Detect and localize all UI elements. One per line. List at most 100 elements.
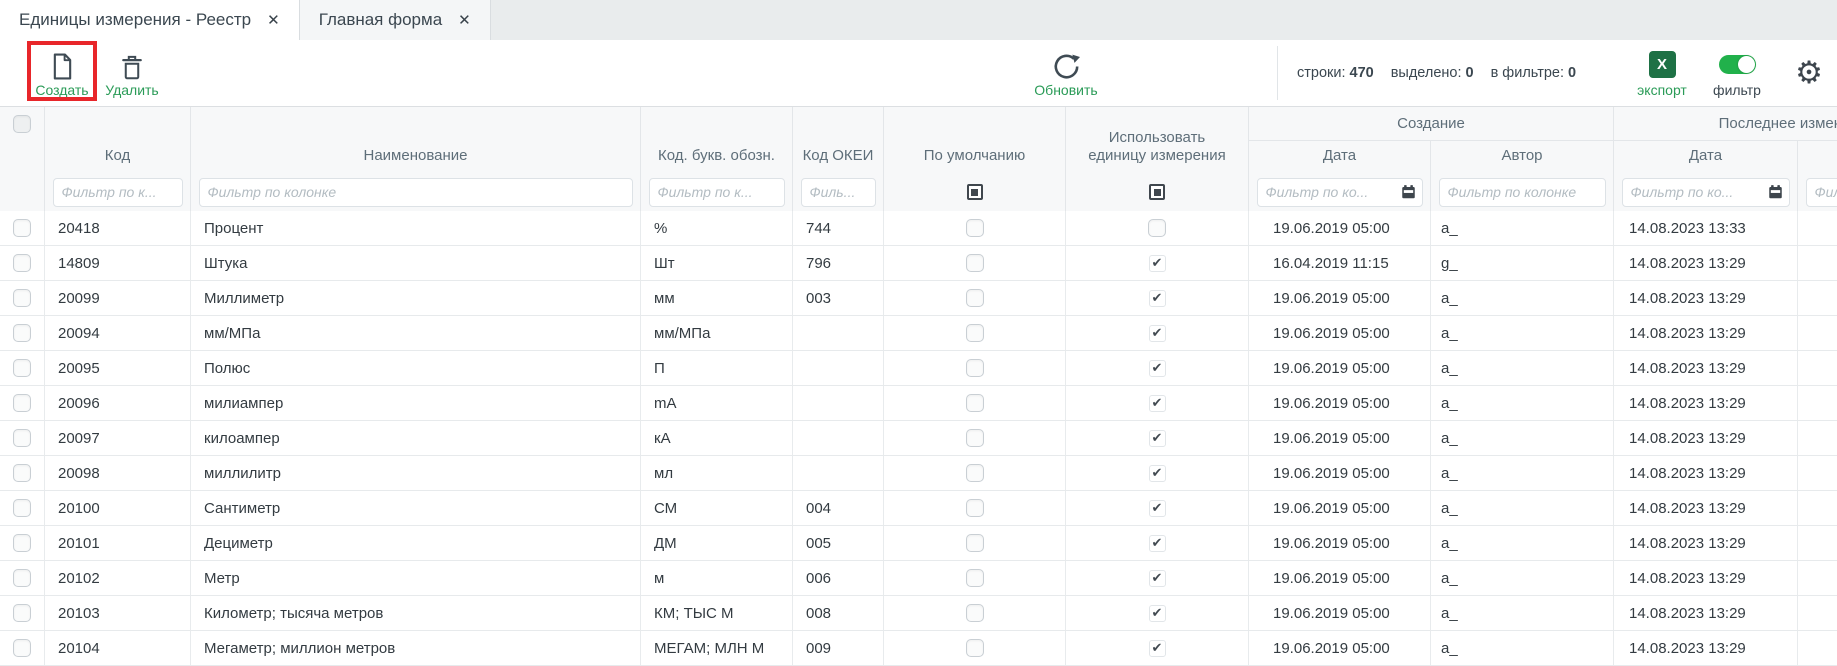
tab-main-form[interactable]: Главная форма ✕ [299, 0, 491, 40]
unchecked-checkbox[interactable] [966, 534, 984, 552]
filter-input-name[interactable] [199, 178, 633, 207]
checked-checkbox[interactable]: ✔ [1149, 570, 1166, 587]
excel-export-icon: X [1649, 50, 1676, 80]
row-checkbox[interactable] [13, 219, 31, 237]
checked-checkbox[interactable]: ✔ [1149, 290, 1166, 307]
cell-use-unit: ✔ [1065, 526, 1248, 560]
cell-name: Километр; тысяча метров [190, 596, 640, 630]
filter-input-created-author[interactable] [1439, 178, 1606, 207]
table-row[interactable]: 20100СантиметрСМ004✔19.06.2019 05:00a_14… [0, 491, 1837, 526]
row-checkbox[interactable] [13, 569, 31, 587]
filter-cell-use-unit [1065, 173, 1248, 211]
row-checkbox[interactable] [13, 359, 31, 377]
column-header-code[interactable]: Код [44, 107, 190, 173]
column-header-modified-date[interactable]: Дата [1613, 141, 1797, 173]
table-row[interactable]: 20101ДециметрДМ005✔19.06.2019 05:00a_14.… [0, 526, 1837, 561]
unchecked-checkbox[interactable] [966, 394, 984, 412]
indeterminate-checkbox-use-unit[interactable] [1149, 184, 1165, 200]
filter-cell-empty [0, 173, 44, 211]
row-checkbox[interactable] [13, 324, 31, 342]
checked-checkbox[interactable]: ✔ [1149, 360, 1166, 377]
row-checkbox[interactable] [13, 289, 31, 307]
row-checkbox[interactable] [13, 429, 31, 447]
column-header-created-date[interactable]: Дата [1248, 141, 1430, 173]
filter-input-code[interactable] [53, 178, 183, 207]
filter-input-modified-author[interactable] [1806, 178, 1837, 207]
row-checkbox[interactable] [13, 394, 31, 412]
select-all-checkbox[interactable] [13, 115, 31, 133]
unchecked-checkbox[interactable] [966, 569, 984, 587]
unchecked-checkbox[interactable] [1148, 219, 1166, 237]
table-row[interactable]: 20095ПолюсП✔19.06.2019 05:00a_14.08.2023… [0, 351, 1837, 386]
column-header-modified-author[interactable] [1797, 141, 1837, 173]
checked-checkbox[interactable]: ✔ [1149, 430, 1166, 447]
unchecked-checkbox[interactable] [966, 639, 984, 657]
table-row[interactable]: 20418Процент%74419.06.2019 05:00a_14.08.… [0, 211, 1837, 246]
filter-cell-letter-code [640, 173, 792, 211]
column-header-use-unit[interactable]: Использовать единицу измерения [1065, 107, 1248, 173]
checked-checkbox[interactable]: ✔ [1149, 640, 1166, 657]
checked-checkbox[interactable]: ✔ [1149, 255, 1166, 272]
filter-input-created-date[interactable] [1257, 178, 1423, 207]
settings-button[interactable]: ⚙ [1786, 40, 1832, 106]
table-row[interactable]: 20099Миллиметрмм003✔19.06.2019 05:00a_14… [0, 281, 1837, 316]
table-row[interactable]: 20102Метрм006✔19.06.2019 05:00a_14.08.20… [0, 561, 1837, 596]
row-checkbox[interactable] [13, 604, 31, 622]
unchecked-checkbox[interactable] [966, 359, 984, 377]
row-checkbox[interactable] [13, 254, 31, 272]
unchecked-checkbox[interactable] [966, 289, 984, 307]
filter-cell-default [883, 173, 1065, 211]
row-checkbox[interactable] [13, 534, 31, 552]
create-button[interactable]: Создать [28, 40, 96, 106]
row-select-cell [0, 456, 44, 490]
unchecked-checkbox[interactable] [966, 499, 984, 517]
column-header-letter-code[interactable]: Код. букв. обозн. [640, 107, 792, 173]
cell-modified-author [1797, 526, 1837, 560]
checked-checkbox[interactable]: ✔ [1149, 535, 1166, 552]
row-checkbox[interactable] [13, 499, 31, 517]
cell-name: Метр [190, 561, 640, 595]
row-stats: строки:470 выделено:0 в фильтре:0 [1297, 40, 1576, 106]
close-icon[interactable]: ✕ [267, 11, 280, 29]
checked-checkbox[interactable]: ✔ [1149, 465, 1166, 482]
table-row[interactable]: 20104Мегаметр; миллион метровМЕГАМ; МЛН … [0, 631, 1837, 666]
table-row[interactable]: 20098миллилитрмл✔19.06.2019 05:00a_14.08… [0, 456, 1837, 491]
check-icon: ✔ [1152, 257, 1163, 270]
table-row[interactable]: 20103Километр; тысяча метровКМ; ТЫС М008… [0, 596, 1837, 631]
unchecked-checkbox[interactable] [966, 464, 984, 482]
refresh-button[interactable]: Обновить [1028, 40, 1104, 106]
table-row[interactable]: 20094мм/МПамм/МПа✔19.06.2019 05:00a_14.0… [0, 316, 1837, 351]
tab-bar: Единицы измерения - Реестр ✕ Главная фор… [0, 0, 1837, 40]
filter-input-letter-code[interactable] [649, 178, 785, 207]
cell-use-unit: ✔ [1065, 456, 1248, 490]
indeterminate-checkbox-default[interactable] [967, 184, 983, 200]
export-button[interactable]: X экспорт [1632, 40, 1692, 106]
column-header-created-author[interactable]: Автор [1430, 141, 1613, 173]
select-all-cell [0, 107, 44, 173]
checked-checkbox[interactable]: ✔ [1149, 325, 1166, 342]
tab-units-registry[interactable]: Единицы измерения - Реестр ✕ [0, 0, 299, 40]
column-header-name[interactable]: Наименование [190, 107, 640, 173]
row-checkbox[interactable] [13, 464, 31, 482]
table-row[interactable]: 20096милиамперmA✔19.06.2019 05:00a_14.08… [0, 386, 1837, 421]
filter-input-okei[interactable] [801, 178, 876, 207]
filter-cell-code [44, 173, 190, 211]
column-header-okei[interactable]: Код ОКЕИ [792, 107, 883, 173]
unchecked-checkbox[interactable] [966, 429, 984, 447]
unchecked-checkbox[interactable] [966, 604, 984, 622]
unchecked-checkbox[interactable] [966, 254, 984, 272]
unchecked-checkbox[interactable] [966, 219, 984, 237]
unchecked-checkbox[interactable] [966, 324, 984, 342]
data-grid: Код Наименование Код. букв. обозн. Код О… [0, 106, 1837, 666]
filter-input-modified-date[interactable] [1622, 178, 1790, 207]
checked-checkbox[interactable]: ✔ [1149, 500, 1166, 517]
row-checkbox[interactable] [13, 639, 31, 657]
filter-toggle[interactable]: фильтр [1704, 40, 1770, 106]
table-row[interactable]: 14809ШтукаШт796✔16.04.2019 11:15g_14.08.… [0, 246, 1837, 281]
checked-checkbox[interactable]: ✔ [1149, 605, 1166, 622]
close-icon[interactable]: ✕ [458, 11, 471, 29]
table-row[interactable]: 20097килоамперкА✔19.06.2019 05:00a_14.08… [0, 421, 1837, 456]
checked-checkbox[interactable]: ✔ [1149, 395, 1166, 412]
delete-button[interactable]: Удалить [98, 40, 166, 106]
column-header-default[interactable]: По умолчанию [883, 107, 1065, 173]
